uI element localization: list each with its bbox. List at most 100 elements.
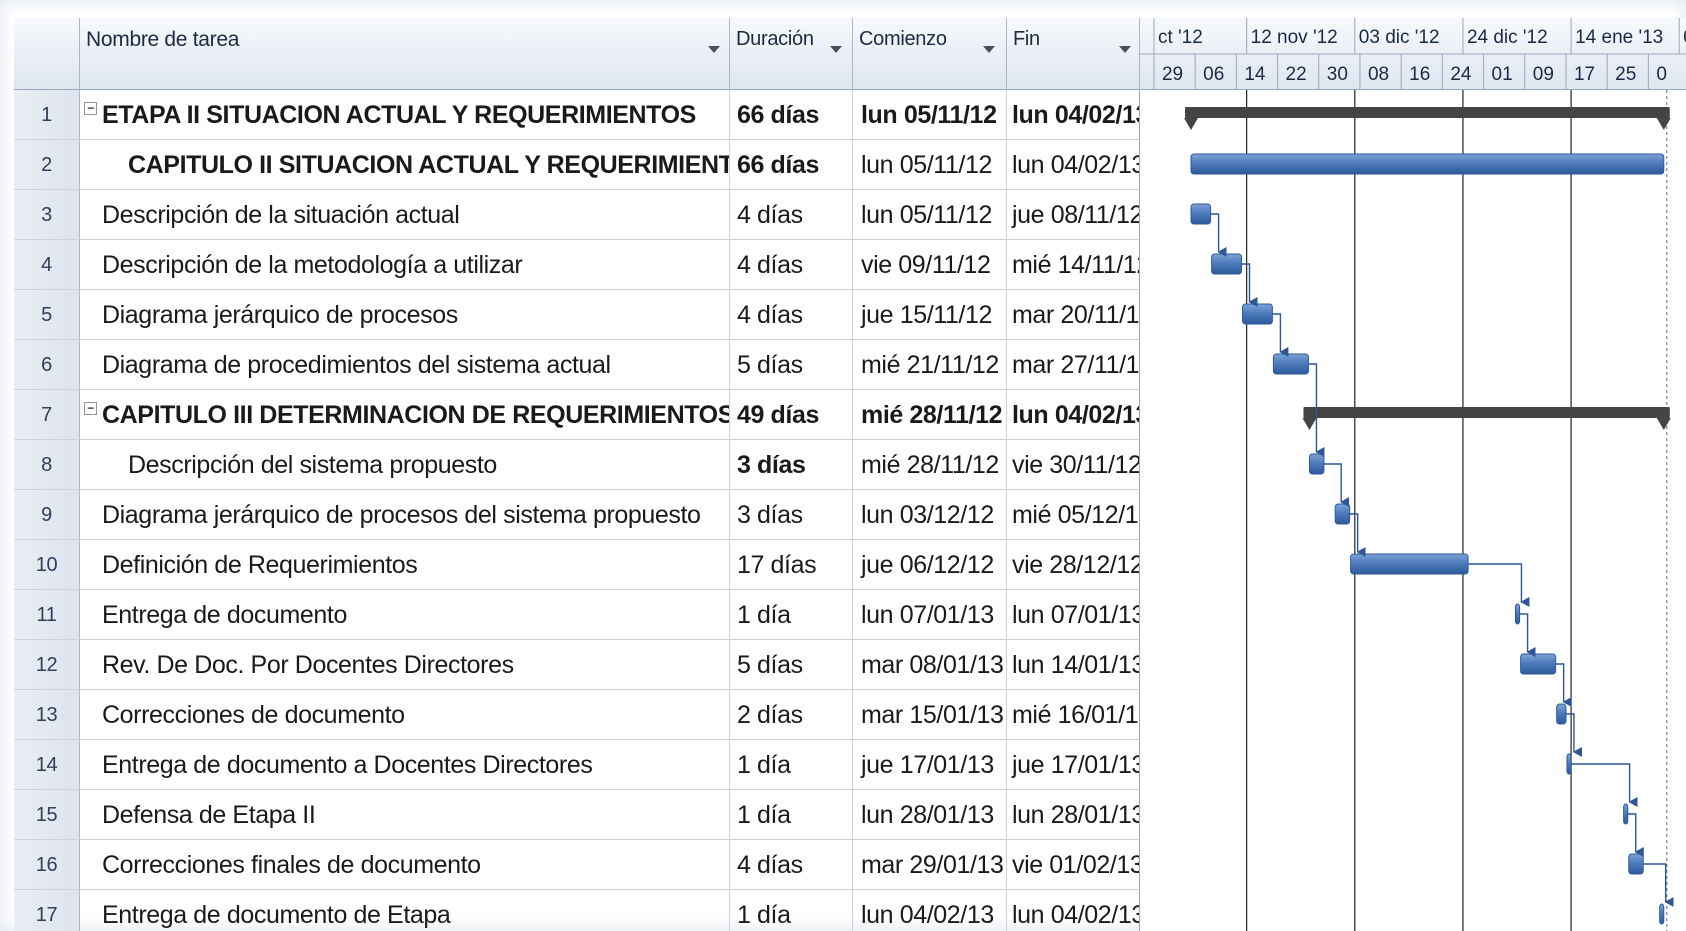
task-row[interactable]: 2 CAPITULO II SITUACION ACTUAL Y REQUERIM… xyxy=(14,140,1140,190)
task-row[interactable]: 11 Entrega de documento 1 día lun 07/01/13 l… xyxy=(14,590,1140,640)
row-number[interactable]: 3 xyxy=(14,190,80,240)
row-number[interactable]: 16 xyxy=(14,840,80,890)
duration-cell[interactable]: 1 día xyxy=(730,740,853,790)
task-name-cell[interactable]: Diagrama de procedimientos del sistema a… xyxy=(80,340,730,390)
task-row[interactable]: 10 Definición de Requerimientos 17 días jue… xyxy=(14,540,1140,590)
row-number[interactable]: 13 xyxy=(14,690,80,740)
start-date-cell[interactable]: jue 06/12/12 xyxy=(853,540,1007,590)
task-row[interactable]: 13 Correcciones de documento 2 días mar 15/… xyxy=(14,690,1140,740)
task-row[interactable]: 9 Diagrama jerárquico de procesos del sis… xyxy=(14,490,1140,540)
collapse-toggle-icon[interactable]: − xyxy=(84,102,97,115)
row-number[interactable]: 6 xyxy=(14,340,80,390)
duration-cell[interactable]: 3 días xyxy=(730,440,853,490)
start-date-cell[interactable]: mié 28/11/12 xyxy=(853,390,1007,440)
row-number[interactable]: 12 xyxy=(14,640,80,690)
column-header-duration[interactable]: Duración xyxy=(730,18,853,90)
task-row[interactable]: 14 Entrega de documento a Docentes Direct… xyxy=(14,740,1140,790)
task-name-cell[interactable]: Diagrama jerárquico de procesos del sist… xyxy=(80,490,730,540)
end-date-cell[interactable]: vie 28/12/12 xyxy=(1007,540,1140,590)
task-name-cell[interactable]: Descripción de la metodología a utilizar xyxy=(80,240,730,290)
row-number[interactable]: 15 xyxy=(14,790,80,840)
start-date-cell[interactable]: mar 29/01/13 xyxy=(853,840,1007,890)
duration-cell[interactable]: 4 días xyxy=(730,240,853,290)
end-date-cell[interactable]: lun 04/02/13 xyxy=(1007,90,1140,140)
end-date-cell[interactable]: lun 14/01/13 xyxy=(1007,640,1140,690)
task-row[interactable]: 1− ETAPA II SITUACION ACTUAL Y REQUERIMIE… xyxy=(14,90,1140,140)
task-name-cell[interactable]: Correcciones de documento xyxy=(80,690,730,740)
duration-cell[interactable]: 2 días xyxy=(730,690,853,740)
duration-cell[interactable]: 66 días xyxy=(730,140,853,190)
duration-cell[interactable]: 3 días xyxy=(730,490,853,540)
task-name-cell[interactable]: Defensa de Etapa II xyxy=(80,790,730,840)
task-row[interactable]: 12 Rev. De Doc. Por Docentes Directores 5 … xyxy=(14,640,1140,690)
task-name-cell[interactable]: Descripción del sistema propuesto xyxy=(80,440,730,490)
end-date-cell[interactable]: vie 01/02/13 xyxy=(1007,840,1140,890)
duration-cell[interactable]: 5 días xyxy=(730,640,853,690)
task-row[interactable]: 7− CAPITULO III DETERMINACION DE REQUERIM… xyxy=(14,390,1140,440)
duration-cell[interactable]: 49 días xyxy=(730,390,853,440)
task-name-cell[interactable]: − CAPITULO III DETERMINACION DE REQUERIMI… xyxy=(80,390,730,440)
duration-cell[interactable]: 4 días xyxy=(730,290,853,340)
start-date-cell[interactable]: lun 28/01/13 xyxy=(853,790,1007,840)
end-date-cell[interactable]: lun 28/01/13 xyxy=(1007,790,1140,840)
start-date-cell[interactable]: mié 21/11/12 xyxy=(853,340,1007,390)
row-number[interactable]: 8 xyxy=(14,440,80,490)
row-number[interactable]: 5 xyxy=(14,290,80,340)
end-date-cell[interactable]: mié 05/12/12 xyxy=(1007,490,1140,540)
task-name-cell[interactable]: CAPITULO II SITUACION ACTUAL Y REQUERIMI… xyxy=(80,140,730,190)
task-name-cell[interactable]: Rev. De Doc. Por Docentes Directores xyxy=(80,640,730,690)
task-row[interactable]: 8 Descripción del sistema propuesto 3 días… xyxy=(14,440,1140,490)
task-name-cell[interactable]: Correcciones finales de documento xyxy=(80,840,730,890)
row-number[interactable]: 14 xyxy=(14,740,80,790)
duration-cell[interactable]: 5 días xyxy=(730,340,853,390)
end-date-cell[interactable]: lun 04/02/13 xyxy=(1007,390,1140,440)
column-header-task-name[interactable]: Nombre de tarea xyxy=(80,18,730,90)
start-date-cell[interactable]: lun 05/11/12 xyxy=(853,90,1007,140)
duration-cell[interactable]: 4 días xyxy=(730,190,853,240)
column-header-end[interactable]: Fin xyxy=(1007,18,1140,90)
duration-cell[interactable]: 66 días xyxy=(730,90,853,140)
start-date-cell[interactable]: mar 08/01/13 xyxy=(853,640,1007,690)
duration-cell[interactable]: 17 días xyxy=(730,540,853,590)
duration-cell[interactable]: 1 día xyxy=(730,590,853,640)
duration-cell[interactable]: 4 días xyxy=(730,840,853,890)
end-date-cell[interactable]: lun 04/02/13 xyxy=(1007,140,1140,190)
start-date-cell[interactable]: lun 05/11/12 xyxy=(853,190,1007,240)
row-number[interactable]: 7 xyxy=(14,390,80,440)
start-date-cell[interactable]: vie 09/11/12 xyxy=(853,240,1007,290)
task-name-cell[interactable]: Entrega de documento de Etapa xyxy=(80,890,730,931)
task-name-cell[interactable]: Diagrama jerárquico de procesos xyxy=(80,290,730,340)
row-number[interactable]: 10 xyxy=(14,540,80,590)
gantt-chart-area[interactable] xyxy=(1140,90,1686,931)
task-name-cell[interactable]: Definición de Requerimientos xyxy=(80,540,730,590)
task-name-cell[interactable]: Entrega de documento a Docentes Director… xyxy=(80,740,730,790)
end-date-cell[interactable]: lun 07/01/13 xyxy=(1007,590,1140,640)
task-row[interactable]: 15 Defensa de Etapa II 1 día lun 28/01/13 lu… xyxy=(14,790,1140,840)
filter-dropdown-icon[interactable] xyxy=(830,46,842,53)
row-number[interactable]: 11 xyxy=(14,590,80,640)
end-date-cell[interactable]: mié 14/11/12 xyxy=(1007,240,1140,290)
task-row[interactable]: 4 Descripción de la metodología a utiliza… xyxy=(14,240,1140,290)
row-number[interactable]: 4 xyxy=(14,240,80,290)
start-date-cell[interactable]: mar 15/01/13 xyxy=(853,690,1007,740)
filter-dropdown-icon[interactable] xyxy=(1119,46,1131,53)
end-date-cell[interactable]: mié 16/01/13 xyxy=(1007,690,1140,740)
end-date-cell[interactable]: mar 27/11/12 xyxy=(1007,340,1140,390)
start-date-cell[interactable]: jue 15/11/12 xyxy=(853,290,1007,340)
end-date-cell[interactable]: lun 04/02/13 xyxy=(1007,890,1140,931)
task-name-cell[interactable]: Descripción de la situación actual xyxy=(80,190,730,240)
end-date-cell[interactable]: vie 30/11/12 xyxy=(1007,440,1140,490)
column-header-start[interactable]: Comienzo xyxy=(853,18,1007,90)
start-date-cell[interactable]: lun 05/11/12 xyxy=(853,140,1007,190)
select-all-corner[interactable] xyxy=(14,18,80,90)
task-row[interactable]: 16 Correcciones finales de documento 4 día… xyxy=(14,840,1140,890)
task-name-cell[interactable]: Entrega de documento xyxy=(80,590,730,640)
start-date-cell[interactable]: lun 04/02/13 xyxy=(853,890,1007,931)
duration-cell[interactable]: 1 día xyxy=(730,890,853,931)
task-row[interactable]: 17 Entrega de documento de Etapa 1 día lun … xyxy=(14,890,1140,931)
row-number[interactable]: 9 xyxy=(14,490,80,540)
duration-cell[interactable]: 1 día xyxy=(730,790,853,840)
filter-dropdown-icon[interactable] xyxy=(983,46,995,53)
task-row[interactable]: 5 Diagrama jerárquico de procesos 4 días ju… xyxy=(14,290,1140,340)
row-number[interactable]: 17 xyxy=(14,890,80,931)
